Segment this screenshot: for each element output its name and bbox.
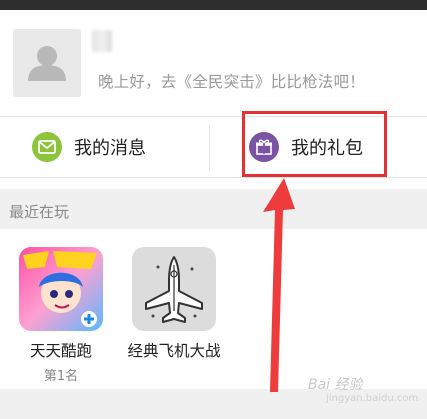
game-icon-plane-war [132, 247, 216, 331]
status-bar [0, 0, 427, 10]
game-rank: 第1名 [43, 369, 79, 384]
my-messages-label: 我的消息 [74, 138, 146, 159]
default-avatar-icon [28, 46, 66, 81]
my-messages-button[interactable]: 我的消息 [32, 117, 146, 177]
greeting-text: 晚上好，去《全民突击》比比枪法吧！ [98, 73, 365, 91]
highlight-box [242, 111, 387, 177]
recent-section-header: 最近在玩 [0, 189, 427, 229]
message-envelope-icon [32, 132, 62, 162]
profile-header: 晚上好，去《全民突击》比比枪法吧！ [0, 10, 427, 116]
action-separator [209, 125, 210, 171]
username-redacted [92, 30, 112, 52]
game-name: 天天酷跑 [29, 342, 92, 360]
watermark: Bai 经验 [308, 377, 363, 393]
section-title: 最近在玩 [9, 203, 70, 221]
watermark-url: jingyan.baidu.com [326, 393, 419, 404]
divider [0, 177, 427, 178]
game-item[interactable]: 经典飞机大战 [119, 247, 229, 365]
game-name: 经典飞机大战 [127, 342, 221, 360]
recent-games-list: 天天酷跑 第1名 经典飞机大战 [0, 229, 427, 389]
user-avatar[interactable] [13, 29, 81, 97]
game-item[interactable]: 天天酷跑 第1名 [6, 247, 116, 384]
game-icon-tiantian-kupao [19, 247, 103, 331]
